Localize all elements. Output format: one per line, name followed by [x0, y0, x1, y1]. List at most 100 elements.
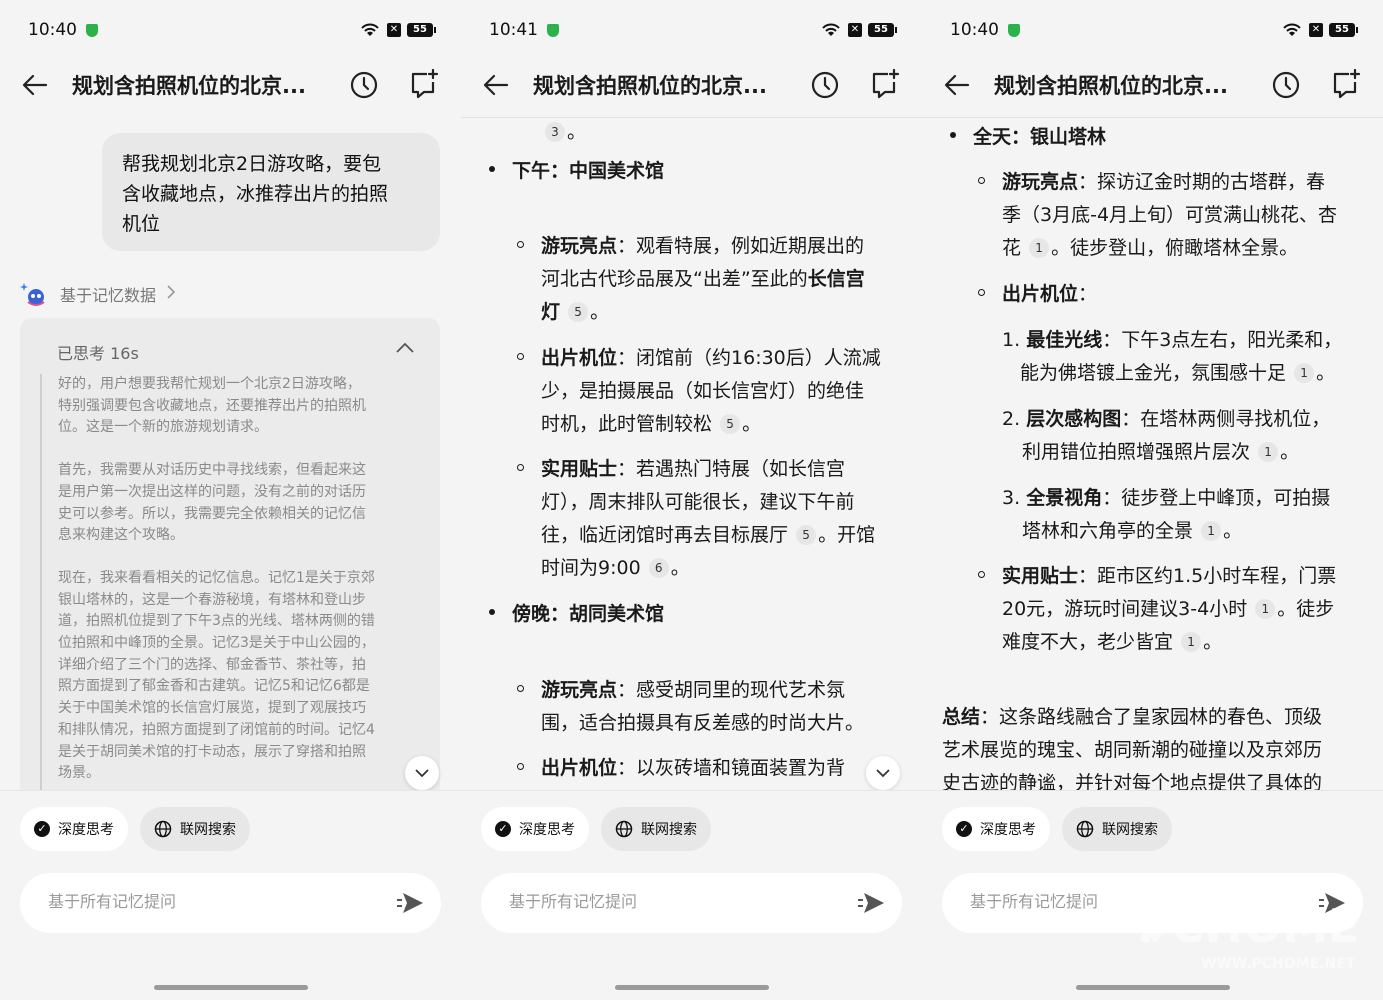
citation-badge[interactable]: 1 [1029, 238, 1050, 258]
thinking-line: 史可以参考。所以，我需要完全依赖相关的记忆信 [58, 505, 366, 522]
message-input[interactable] [507, 891, 811, 912]
citation-badge[interactable]: 1 [1201, 521, 1222, 541]
answer-line: 游玩亮点：观看特展，例如近期展出的 [541, 231, 864, 258]
item-label: 游玩亮点 [1002, 171, 1079, 193]
text: 利用错位拍照增强照片层次 [1022, 441, 1251, 463]
scroll-down-button[interactable] [866, 756, 900, 790]
phone-screen-2: 10:41 ✕ 55 规划含拍照机位的北京... 3。 下午：中国美术馆 游玩亮… [461, 0, 922, 1000]
wifi-icon [359, 22, 381, 38]
answer-line: 时机，此时管制较松 5。 [541, 413, 762, 435]
thinking-line: 位。这是一个新的旅游规划请求。 [58, 419, 268, 436]
home-indicator[interactable] [153, 985, 308, 990]
user-message-bubble: 帮我规划北京2日游攻略，要包 含收藏地点，冰推荐出片的拍照 机位 [102, 133, 440, 251]
deep-think-toggle[interactable]: ✓ 深度思考 [942, 807, 1050, 851]
home-indicator[interactable] [1075, 985, 1230, 990]
section-title: 全天：银山塔林 [973, 126, 1107, 148]
user-message-line: 含收藏地点，冰推荐出片的拍照 [122, 183, 389, 205]
composer-area: ✓ 深度思考 联网搜索 [461, 790, 922, 1000]
status-bar: 10:41 ✕ 55 [489, 18, 897, 44]
thought-duration: 已思考 16s [57, 344, 139, 363]
answer-line: 实用贴士：若遇热门特展（如长信宫 [541, 454, 845, 481]
send-icon[interactable] [395, 887, 427, 919]
citation-badge[interactable]: 1 [1258, 442, 1279, 462]
answer-line: 往，临近闭馆时再去目标展厅 5 。开馆 [541, 520, 875, 547]
text: ：探访辽金时期的古塔群，春 [1078, 171, 1326, 193]
thinking-line: 是用户第一次提出这样的问题，没有之前的对话历 [58, 483, 366, 500]
sub-bullet [517, 685, 524, 692]
item-label: 出片机位 [541, 347, 618, 369]
sub-bullet [517, 353, 524, 360]
send-icon[interactable] [856, 887, 888, 919]
status-time: 10:40 [28, 20, 77, 40]
bullet [489, 609, 495, 615]
text: ：下午3点左右，阳光柔和， [1102, 329, 1343, 351]
memory-source-link[interactable]: 基于记忆数据 [20, 280, 176, 308]
text: ： [1078, 283, 1098, 305]
thinking-line: 和排队情况，拍照方面提到了闭馆前的时间。记忆4 [58, 721, 375, 738]
text: ：闭馆前（约16:30后）人流减 [617, 347, 881, 369]
history-icon[interactable] [349, 70, 379, 100]
back-arrow-icon[interactable] [20, 70, 50, 100]
text: ：这条路线融合了皇家园林的春色、顶级 [980, 706, 1323, 728]
thinking-paragraph: 好的，用户想要我帮忙规划一个北京2日游攻略， 特别强调要包含收藏地点，还要推荐出… [58, 374, 418, 439]
summary-line: 艺术展览的瑰宝、胡同新潮的碰撞以及京郊历 [942, 739, 1323, 761]
back-arrow-icon[interactable] [942, 70, 972, 100]
globe-icon [615, 820, 633, 838]
composer-area: ✓ 深度思考 联网搜索 [0, 790, 461, 1000]
page-title: 规划含拍照机位的北京... [994, 74, 1228, 98]
memory-label: 基于记忆数据 [60, 286, 157, 305]
web-search-toggle[interactable]: 联网搜索 [1062, 807, 1172, 851]
status-bar: 10:40 ✕ 55 [950, 18, 1358, 44]
home-indicator[interactable] [614, 985, 769, 990]
citation-badge[interactable]: 1 [1294, 363, 1315, 383]
web-search-toggle[interactable]: 联网搜索 [601, 807, 711, 851]
history-icon[interactable] [1271, 70, 1301, 100]
shield-icon [86, 24, 98, 37]
thinking-line: 银山塔林的，这是一个春游秘境，有塔林和登山步 [58, 591, 366, 608]
back-arrow-icon[interactable] [481, 70, 511, 100]
item-number: 3. [1002, 487, 1021, 509]
user-message-line: 机位 [122, 213, 161, 235]
item-label: 层次感构图 [1026, 408, 1122, 430]
text: 花 [1002, 237, 1022, 259]
citation-badge[interactable]: 6 [648, 558, 669, 578]
bullet [950, 132, 956, 138]
sub-bullet [517, 241, 524, 248]
deep-think-toggle[interactable]: ✓ 深度思考 [481, 807, 589, 851]
sub-bullet [517, 763, 524, 770]
globe-icon [154, 820, 172, 838]
status-time: 10:41 [489, 20, 538, 40]
citation-badge[interactable]: 1 [1255, 599, 1276, 619]
watermark-url: WWW.PCHOME.NET [1201, 956, 1356, 972]
citation-badge[interactable]: 5 [568, 302, 589, 322]
section-title: 下午：中国美术馆 [512, 160, 665, 182]
citation-badge[interactable]: 3 [545, 122, 565, 142]
new-chat-icon[interactable] [407, 68, 439, 100]
new-chat-icon[interactable] [1329, 68, 1361, 100]
page-title: 规划含拍照机位的北京... [533, 74, 767, 98]
chevron-up-icon[interactable] [396, 340, 414, 354]
deep-think-toggle[interactable]: ✓ 深度思考 [20, 807, 128, 851]
text: 时间为9:00 [541, 557, 641, 579]
answer-line: 难度不大，老少皆宜 1。 [1002, 631, 1223, 653]
deep-think-label: 深度思考 [519, 822, 575, 838]
text: 。 [567, 121, 587, 143]
text: 能为佛塔镀上金光，氛围感十足 [1020, 362, 1287, 384]
message-input[interactable] [46, 891, 350, 912]
scroll-down-button[interactable] [405, 756, 439, 790]
history-icon[interactable] [810, 70, 840, 100]
wifi-icon [1281, 22, 1303, 38]
citation-badge[interactable]: 5 [720, 414, 741, 434]
item-label: 总结 [942, 706, 981, 728]
answer-line: 季（3月底-4月上旬）可赏满山桃花、杏 [1002, 204, 1338, 226]
phone-screen-3: 10:40 ✕ 55 规划含拍照机位的北京... 全天：银山塔林 游玩亮点：探访… [922, 0, 1383, 1000]
sub-bullet [978, 177, 985, 184]
summary-line: 史古迹的静谧，并针对每个地点提供了具体的 [942, 772, 1323, 790]
app-header: 规划含拍照机位的北京... [0, 60, 461, 110]
citation-badge[interactable]: 5 [796, 525, 817, 545]
citation-badge[interactable]: 1 [1181, 632, 1202, 652]
answer-content: 3。 下午：中国美术馆 游玩亮点：观看特展，例如近期展出的 河北古代珍品展及“出… [461, 118, 922, 790]
text: 。徒步 [1277, 598, 1335, 620]
new-chat-icon[interactable] [868, 68, 900, 100]
web-search-toggle[interactable]: 联网搜索 [140, 807, 250, 851]
